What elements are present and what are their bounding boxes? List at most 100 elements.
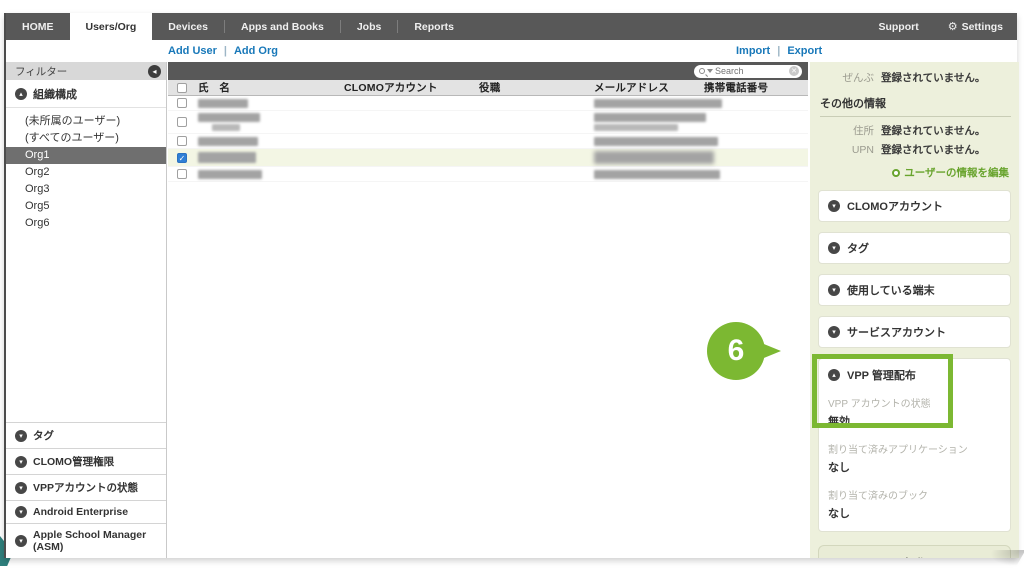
select-all-checkbox[interactable] (177, 83, 187, 93)
nav-tab-jobs[interactable]: Jobs (341, 13, 398, 40)
user-detail-panel: ぜんぶ 登録されていません。 その他の情報 住所 登録されていません。 UPN … (810, 62, 1019, 558)
nav-tab-reports[interactable]: Reports (398, 13, 470, 40)
org-item-org1[interactable]: Org1 (6, 147, 166, 164)
sidebar-section-asm[interactable]: ▾ Apple School Manager (ASM) (6, 523, 166, 558)
nav-support-link[interactable]: Support (864, 21, 932, 33)
table-row[interactable] (168, 96, 808, 111)
add-user-link[interactable]: Add User (168, 45, 217, 57)
accordion-clomo-account[interactable]: ▾ CLOMOアカウント (818, 190, 1011, 222)
search-input[interactable] (715, 66, 787, 76)
col-header-role[interactable]: 役職 (477, 80, 592, 95)
filter-sidebar: フィルター ◂ ▴ 組織構成 (未所属のユーザー) (すべてのユーザー) Org… (6, 62, 167, 558)
row-checkbox[interactable] (177, 98, 187, 108)
add-org-link[interactable]: Add Org (234, 45, 278, 57)
col-header-name[interactable]: 氏 名 (196, 80, 342, 95)
col-header-phone[interactable]: 携帯電話番号 (702, 80, 808, 95)
assigned-apps-label: 割り当て済みアプリケーション (828, 441, 1001, 456)
sidebar-section-tags[interactable]: ▾ タグ (6, 422, 166, 448)
table-toolbar: ✕ (168, 62, 808, 80)
chevron-down-circle-icon: ▾ (15, 535, 27, 547)
search-clear-icon[interactable]: ✕ (789, 66, 799, 76)
redacted-name (198, 170, 262, 179)
row-checkbox[interactable] (177, 169, 187, 179)
accordion-label: サービスアカウント (847, 324, 946, 340)
accordion-service-account[interactable]: ▾ サービスアカウント (818, 316, 1011, 348)
nav-tab-home[interactable]: HOME (6, 13, 70, 40)
redacted-email (594, 124, 678, 131)
sidebar-section-label: CLOMO管理権限 (33, 454, 114, 469)
field-value: 登録されていません。 (881, 142, 985, 157)
accordion-label: CLOMOアカウント (847, 198, 943, 214)
redacted-name (212, 124, 240, 131)
add-links: Add User | Add Org (168, 45, 278, 57)
org-item-org5[interactable]: Org5 (6, 198, 166, 215)
sidebar-section-vpp-status[interactable]: ▾ VPPアカウントの状態 (6, 474, 166, 500)
col-header-clomo-account[interactable]: CLOMOアカウント (342, 80, 477, 95)
table-header-row: 氏 名 CLOMOアカウント 役職 メールアドレス 携帯電話番号 (168, 80, 808, 96)
chevron-down-circle-icon: ▾ (15, 506, 27, 518)
vpp-account-status-label: VPP アカウントの状態 (828, 395, 1001, 410)
chevron-up-circle-icon: ▴ (15, 88, 27, 100)
filter-title: フィルター (15, 64, 67, 79)
field-label: UPN (818, 144, 874, 156)
redacted-name (198, 113, 260, 122)
chevron-down-circle-icon: ▾ (15, 430, 27, 442)
vpp-account-status-value: 無効 (828, 413, 1001, 429)
row-checkbox[interactable] (177, 117, 187, 127)
search-scope-caret-icon[interactable] (707, 69, 713, 73)
export-link[interactable]: Export (787, 45, 822, 57)
accordion-tags[interactable]: ▾ タグ (818, 232, 1011, 264)
org-item-unassigned[interactable]: (未所属のユーザー) (6, 113, 166, 130)
redacted-email (594, 99, 722, 108)
edit-user-info-link[interactable]: ユーザーの情報を編集 (820, 165, 1009, 180)
import-link[interactable]: Import (736, 45, 770, 57)
chevron-down-circle-icon: ▾ (828, 200, 840, 212)
accordion-label: 使用している端末 (847, 282, 935, 298)
assigned-books-value: なし (828, 505, 1001, 521)
org-item-all-users[interactable]: (すべてのユーザー) (6, 130, 166, 147)
import-export-links: Import | Export (736, 45, 822, 57)
nav-settings-label: Settings (962, 21, 1003, 33)
chevron-down-circle-icon: ▾ (15, 456, 27, 468)
org-item-org3[interactable]: Org3 (6, 181, 166, 198)
operations-title: このユーザーの操作 (828, 555, 1001, 558)
org-structure-section-header[interactable]: ▴ 組織構成 (6, 80, 166, 108)
sidebar-section-label: VPPアカウントの状態 (33, 480, 138, 495)
org-item-org2[interactable]: Org2 (6, 164, 166, 181)
sidebar-section-clomo-admin[interactable]: ▾ CLOMO管理権限 (6, 448, 166, 474)
table-row[interactable] (168, 134, 808, 149)
org-item-org6[interactable]: Org6 (6, 215, 166, 232)
row-checkbox[interactable] (177, 136, 187, 146)
table-row-selected[interactable]: ✓ (168, 149, 808, 167)
other-info-title: その他の情報 (820, 95, 1011, 117)
link-separator: | (224, 45, 227, 57)
chevron-up-circle-icon: ▴ (828, 369, 840, 381)
nav-right: Support ⚙ Settings (864, 13, 1017, 40)
sidebar-section-android-enterprise[interactable]: ▾ Android Enterprise (6, 500, 166, 523)
edit-user-info-label: ユーザーの情報を編集 (904, 165, 1009, 180)
redacted-name (198, 137, 258, 146)
search-box[interactable]: ✕ (694, 65, 802, 78)
redacted-email (594, 170, 720, 179)
redacted-name (198, 99, 248, 108)
top-nav: HOME Users/Org Devices Apps and Books Jo… (6, 13, 1017, 40)
accordion-devices-in-use[interactable]: ▾ 使用している端末 (818, 274, 1011, 306)
sidebar-collapsed-sections: ▾ タグ ▾ CLOMO管理権限 ▾ VPPアカウントの状態 ▾ Android… (6, 422, 166, 558)
col-header-email[interactable]: メールアドレス (592, 80, 702, 95)
assigned-apps-value: なし (828, 459, 1001, 475)
field-label: 住所 (818, 123, 874, 138)
chevron-down-circle-icon: ▾ (15, 482, 27, 494)
row-checkbox-checked[interactable]: ✓ (177, 153, 187, 163)
sidebar-collapse-button[interactable]: ◂ (148, 65, 161, 78)
user-table-area: ✕ 氏 名 CLOMOアカウント 役職 メールアドレス 携帯電話番号 (168, 62, 808, 558)
clomo-admin-window: HOME Users/Org Devices Apps and Books Jo… (4, 13, 1017, 558)
nav-tab-apps-and-books[interactable]: Apps and Books (225, 13, 340, 40)
nav-tab-devices[interactable]: Devices (152, 13, 224, 40)
vpp-section-header[interactable]: ▴ VPP 管理配布 (828, 367, 1001, 383)
table-row[interactable] (168, 167, 808, 182)
vpp-managed-distribution-card: ▴ VPP 管理配布 VPP アカウントの状態 無効 割り当て済みアプリケーショ… (818, 358, 1011, 532)
table-row[interactable] (168, 111, 808, 134)
nav-settings-link[interactable]: ⚙ Settings (934, 20, 1017, 33)
redacted-name (198, 152, 256, 163)
nav-tab-users-org[interactable]: Users/Org (70, 13, 153, 40)
